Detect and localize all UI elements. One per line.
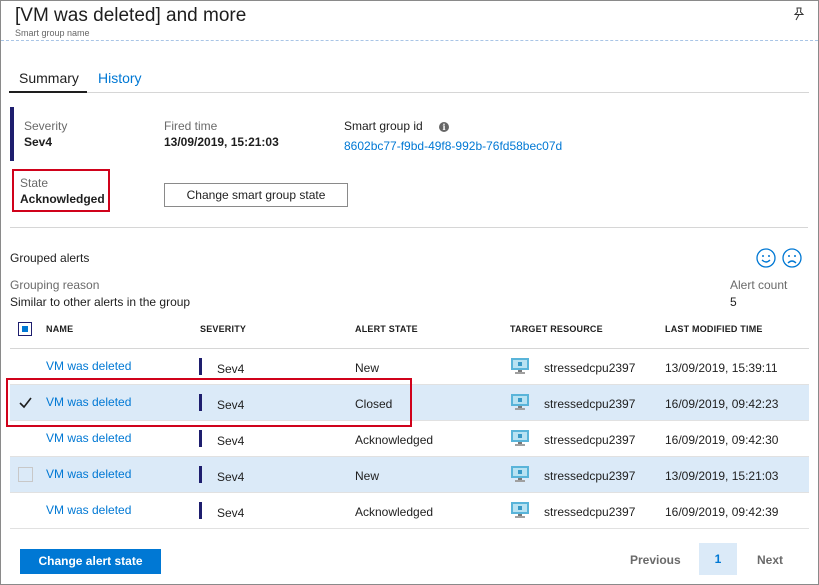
grouping-reason-label: Grouping reason [10,278,100,292]
row-last-modified: 16/09/2019, 09:42:23 [665,397,779,411]
row-last-modified: 16/09/2019, 09:42:30 [665,433,779,447]
pagination-next[interactable]: Next [757,553,783,567]
alert-blade: [VM was deleted] and more Smart group na… [0,0,819,585]
column-header-severity[interactable]: SEVERITY [200,324,246,334]
fired-time-value: 13/09/2019, 15:21:03 [164,135,279,149]
smart-group-id-label: Smart group id [344,119,423,133]
virtual-machine-icon [511,358,529,374]
smart-group-id-link[interactable]: 8602bc77-f9bd-49f8-992b-76fd58bec07d [344,139,562,153]
column-header-target-resource[interactable]: TARGET RESOURCE [510,324,603,334]
row-alert-state: New [355,361,380,375]
tab-history[interactable]: History [98,70,142,86]
virtual-machine-icon [511,502,529,518]
table-row[interactable]: VM was deleted Sev4 Acknowledged stresse… [10,493,809,529]
severity-value: Sev4 [24,135,53,149]
row-severity: Sev4 [217,434,245,448]
row-checkbox[interactable] [18,467,33,482]
info-icon[interactable]: i [439,122,449,132]
row-target-resource: stressedcpu2397 [544,361,636,375]
row-last-modified: 13/09/2019, 15:39:11 [665,361,778,375]
row-target-resource: stressedcpu2397 [544,469,636,483]
frown-icon[interactable] [782,248,802,268]
column-header-name[interactable]: NAME [46,324,73,334]
alert-name-link[interactable]: VM was deleted [46,431,131,445]
alert-name-link[interactable]: VM was deleted [46,359,131,373]
row-target-resource: stressedcpu2397 [544,433,636,447]
blade-header: [VM was deleted] and more Smart group na… [1,1,818,41]
row-last-modified: 16/09/2019, 09:42:39 [665,505,779,519]
row-target-resource: stressedcpu2397 [544,397,636,411]
severity-indicator [10,107,14,161]
fired-time-label: Fired time [164,119,218,133]
smile-icon[interactable] [756,248,776,268]
grouping-reason-value: Similar to other alerts in the group [10,295,191,309]
state-value: Acknowledged [20,192,105,206]
pagination-current-page[interactable]: 1 [699,543,737,575]
tab-summary-underline [9,91,87,93]
alert-count-value: 5 [730,295,737,309]
alert-count-label: Alert count [730,278,788,292]
row-highlight-box [6,378,412,427]
severity-label: Severity [24,119,68,133]
severity-bar [199,358,202,375]
row-severity: Sev4 [217,470,245,484]
table-row[interactable]: VM was deleted Sev4 New stressedcpu2397 … [10,457,809,493]
alert-name-link[interactable]: VM was deleted [46,503,131,517]
virtual-machine-icon [511,466,529,482]
virtual-machine-icon [511,430,529,446]
page-title: [VM was deleted] and more [15,5,247,26]
row-alert-state: New [355,469,380,483]
section-divider [10,227,808,228]
change-alert-state-button[interactable]: Change alert state [20,549,161,574]
severity-bar [199,466,202,483]
pin-icon[interactable] [792,7,806,21]
page-subtitle: Smart group name [15,28,90,38]
alert-name-link[interactable]: VM was deleted [46,467,131,481]
pagination-previous[interactable]: Previous [630,553,681,567]
tab-summary[interactable]: Summary [19,70,79,86]
column-header-last-modified[interactable]: LAST MODIFIED TIME [665,324,763,334]
grouped-alerts-title: Grouped alerts [10,251,90,265]
row-target-resource: stressedcpu2397 [544,505,636,519]
state-label: State [20,176,49,190]
row-severity: Sev4 [217,362,245,376]
change-smart-group-state-button[interactable]: Change smart group state [164,183,348,207]
severity-bar [199,430,202,447]
select-all-checkbox[interactable] [18,322,32,336]
row-alert-state: Acknowledged [355,433,434,447]
severity-bar [199,502,202,519]
row-alert-state: Acknowledged [355,505,434,519]
row-last-modified: 13/09/2019, 15:21:03 [665,469,779,483]
tab-bar: Summary History [9,67,809,93]
row-severity: Sev4 [217,506,245,520]
column-header-alert-state[interactable]: ALERT STATE [355,324,418,334]
virtual-machine-icon [511,394,529,410]
